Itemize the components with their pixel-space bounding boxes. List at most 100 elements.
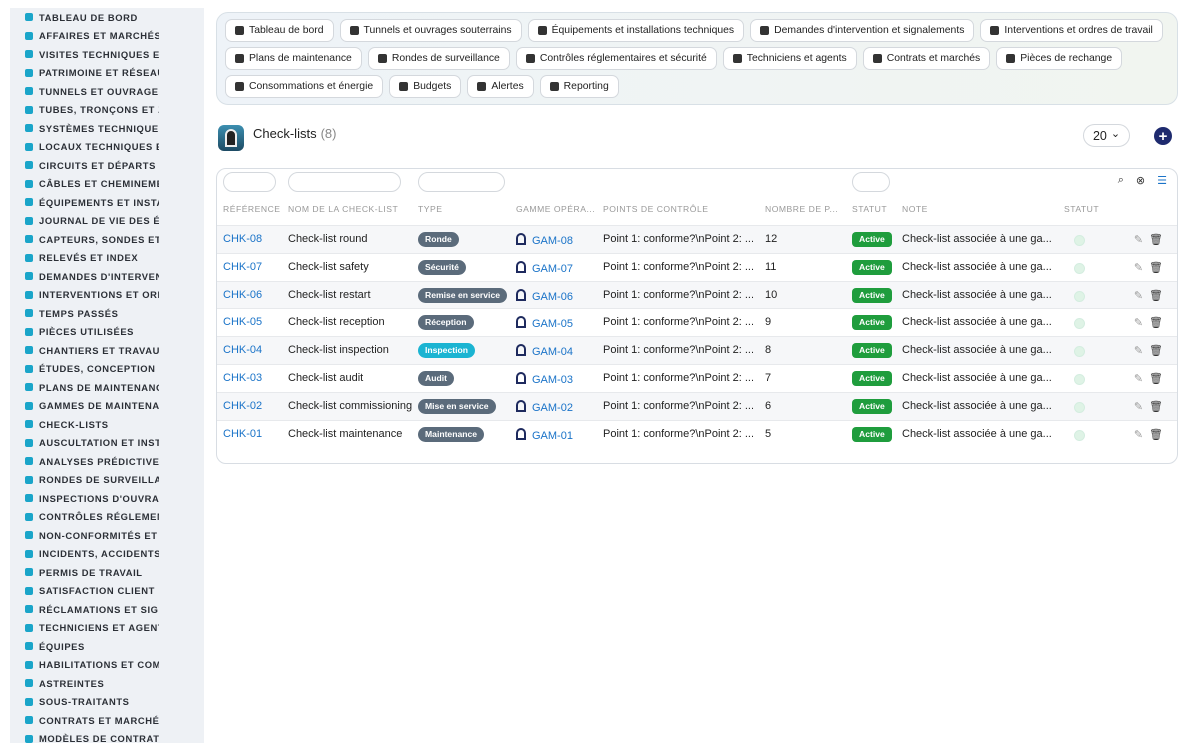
sidebar-item[interactable]: RELEVÉS ET INDEX (10, 249, 204, 268)
sidebar-item[interactable]: ÉQUIPEMENTS ET INSTAL (10, 193, 204, 212)
nav-button[interactable]: Tableau de bord (225, 19, 334, 42)
table-row[interactable]: CHK-02 Check-list commissioning Mise en se… (217, 391, 1177, 420)
sidebar-item[interactable]: ASTREINTES (10, 674, 204, 693)
search-icon[interactable]: ⌕ (1118, 174, 1124, 187)
sidebar-item[interactable]: CIRCUITS ET DÉPARTS É (10, 156, 204, 175)
sidebar-item[interactable]: CONTRATS ET MARCHÉS (10, 711, 204, 730)
table-row[interactable]: CHK-05 Check-list reception Réception GAM-0… (217, 308, 1177, 336)
sidebar-item[interactable]: CÂBLES ET CHEMINEMEN (10, 175, 204, 194)
sidebar-item[interactable]: PLANS DE MAINTENANCE (10, 378, 204, 397)
column-header[interactable]: GAMME OPÉRA... (516, 204, 598, 214)
table-row[interactable]: CHK-07 Check-list safety Sécurité GAM-07 Poi… (217, 252, 1177, 281)
nav-button[interactable]: Tunnels et ouvrages souterrains (339, 19, 522, 42)
gamme-link[interactable]: GAM-07 (516, 260, 598, 275)
sidebar-item[interactable]: TUNNELS ET OUVRAGES (10, 82, 204, 101)
edit-icon[interactable]: ✎ (1134, 316, 1143, 329)
column-header[interactable]: RÉFÉRENCE (223, 204, 283, 214)
page-size-select[interactable]: 20 ⌄ (1083, 124, 1130, 147)
nav-button[interactable]: Plans de maintenance (225, 47, 362, 70)
reference-link[interactable]: CHK-08 (223, 233, 283, 245)
sidebar-item[interactable]: MODÈLES DE CONTRATS (10, 730, 204, 743)
gamme-link[interactable]: GAM-04 (516, 344, 598, 358)
sidebar-item[interactable]: PIÈCES UTILISÉES (10, 323, 204, 342)
edit-icon[interactable]: ✎ (1134, 428, 1143, 441)
table-row[interactable]: CHK-06 Check-list restart Remise en servic… (217, 280, 1177, 309)
edit-icon[interactable]: ✎ (1134, 344, 1143, 357)
sidebar-item[interactable]: INCIDENTS, ACCIDENTS E (10, 545, 204, 564)
nav-button[interactable]: Contrôles réglementaires et sécurité (515, 47, 717, 70)
sidebar-item[interactable]: NON-CONFORMITÉS ET A (10, 526, 204, 545)
filter-input-reference[interactable] (223, 172, 276, 192)
nav-button[interactable]: Interventions et ordres de travail (980, 19, 1163, 42)
nav-button[interactable]: Reporting (539, 75, 619, 98)
sidebar-item[interactable]: CHECK-LISTS (10, 415, 204, 434)
trash-icon[interactable]: 🗑 (1149, 400, 1163, 413)
nav-button[interactable]: Techniciens et agents (722, 47, 857, 70)
nav-button[interactable]: Demandes d'intervention et signalements (750, 19, 975, 42)
gamme-link[interactable]: GAM-03 (516, 372, 598, 386)
gamme-link[interactable]: GAM-06 (516, 288, 598, 303)
column-header[interactable]: TYPE (418, 204, 508, 214)
sidebar-item[interactable]: DEMANDES D'INTERVENT (10, 267, 204, 286)
column-header[interactable]: NOMBRE DE P... (765, 204, 845, 214)
column-header[interactable]: NOM DE LA CHECK-LIST (288, 204, 408, 214)
sidebar-item[interactable]: AFFAIRES ET MARCHÉS (10, 27, 204, 46)
trash-icon[interactable]: 🗑 (1149, 344, 1163, 357)
table-row[interactable]: CHK-04 Check-list inspection Inspection GAM… (217, 336, 1177, 365)
sidebar-item[interactable]: CONTRÔLES RÉGLEMENT (10, 508, 204, 527)
edit-icon[interactable]: ✎ (1134, 372, 1143, 385)
sidebar-item[interactable]: RONDES DE SURVEILLAN (10, 471, 204, 490)
add-button[interactable]: + (1154, 127, 1172, 145)
sidebar-item[interactable]: PERMIS DE TRAVAIL (10, 563, 204, 582)
reference-link[interactable]: CHK-05 (223, 316, 283, 328)
sidebar-item[interactable]: JOURNAL DE VIE DES ÉQ (10, 212, 204, 231)
trash-icon[interactable]: 🗑 (1149, 428, 1163, 441)
reference-link[interactable]: CHK-03 (223, 372, 283, 384)
sidebar-item[interactable]: ANALYSES PRÉDICTIVES (10, 452, 204, 471)
sidebar-item[interactable]: TUBES, TRONÇONS ET ZO (10, 101, 204, 120)
sidebar-item[interactable]: HABILITATIONS ET COMP (10, 656, 204, 675)
sidebar-item[interactable]: SATISFACTION CLIENT (10, 582, 204, 601)
nav-button[interactable]: Rondes de surveillance (367, 47, 510, 70)
sidebar-item[interactable]: TABLEAU DE BORD (10, 8, 204, 27)
reference-link[interactable]: CHK-06 (223, 289, 283, 301)
sidebar-item[interactable]: ÉQUIPES (10, 637, 204, 656)
filter-input-name[interactable] (288, 172, 401, 192)
list-view-icon[interactable]: ☰ (1157, 174, 1167, 187)
nav-button[interactable]: Équipements et installations techniques (527, 19, 745, 42)
sidebar-item[interactable]: PATRIMOINE ET RÉSEAUX (10, 64, 204, 83)
gamme-link[interactable]: GAM-01 (516, 427, 598, 442)
trash-icon[interactable]: 🗑 (1149, 261, 1163, 274)
trash-icon[interactable]: 🗑 (1149, 233, 1163, 246)
sidebar-item[interactable]: INSPECTIONS D'OUVRAG (10, 489, 204, 508)
sidebar-item[interactable]: LOCAUX TECHNIQUES ET (10, 138, 204, 157)
sidebar-item[interactable]: ÉTUDES, CONCEPTION ET (10, 360, 204, 379)
gamme-link[interactable]: GAM-05 (516, 316, 598, 330)
sidebar-item[interactable]: CHANTIERS ET TRAVAUX (10, 341, 204, 360)
sidebar-item[interactable]: INTERVENTIONS ET ORDI (10, 286, 204, 305)
trash-icon[interactable]: 🗑 (1149, 289, 1163, 302)
sidebar-item[interactable]: AUSCULTATION ET INSTR (10, 434, 204, 453)
nav-button[interactable]: Pièces de rechange (996, 47, 1123, 70)
nav-button[interactable]: Contrats et marchés (862, 47, 991, 70)
filter-input-type[interactable] (418, 172, 505, 192)
column-header[interactable]: NOTE (902, 204, 1052, 214)
trash-icon[interactable]: 🗑 (1149, 316, 1163, 329)
reference-link[interactable]: CHK-04 (223, 344, 283, 356)
nav-button[interactable]: Consommations et énergie (225, 75, 384, 98)
reference-link[interactable]: CHK-02 (223, 400, 283, 412)
edit-icon[interactable]: ✎ (1134, 289, 1143, 302)
edit-icon[interactable]: ✎ (1134, 261, 1143, 274)
edit-icon[interactable]: ✎ (1134, 233, 1143, 246)
sidebar-item[interactable]: SYSTÈMES TECHNIQUES (10, 119, 204, 138)
clear-filter-icon[interactable]: ⊗ (1136, 174, 1145, 187)
gamme-link[interactable]: GAM-02 (516, 399, 598, 414)
table-row[interactable]: CHK-08 Check-list round Ronde GAM-08 Point 1… (217, 225, 1177, 253)
sidebar-item[interactable]: RÉCLAMATIONS ET SIGN. (10, 600, 204, 619)
sidebar-item[interactable]: TECHNICIENS ET AGENTS (10, 619, 204, 638)
edit-icon[interactable]: ✎ (1134, 400, 1143, 413)
column-header[interactable]: STATUT (852, 204, 897, 214)
gamme-link[interactable]: GAM-08 (516, 233, 598, 247)
nav-button[interactable]: Budgets (389, 75, 462, 98)
column-header[interactable]: POINTS DE CONTRÔLE (603, 204, 753, 214)
